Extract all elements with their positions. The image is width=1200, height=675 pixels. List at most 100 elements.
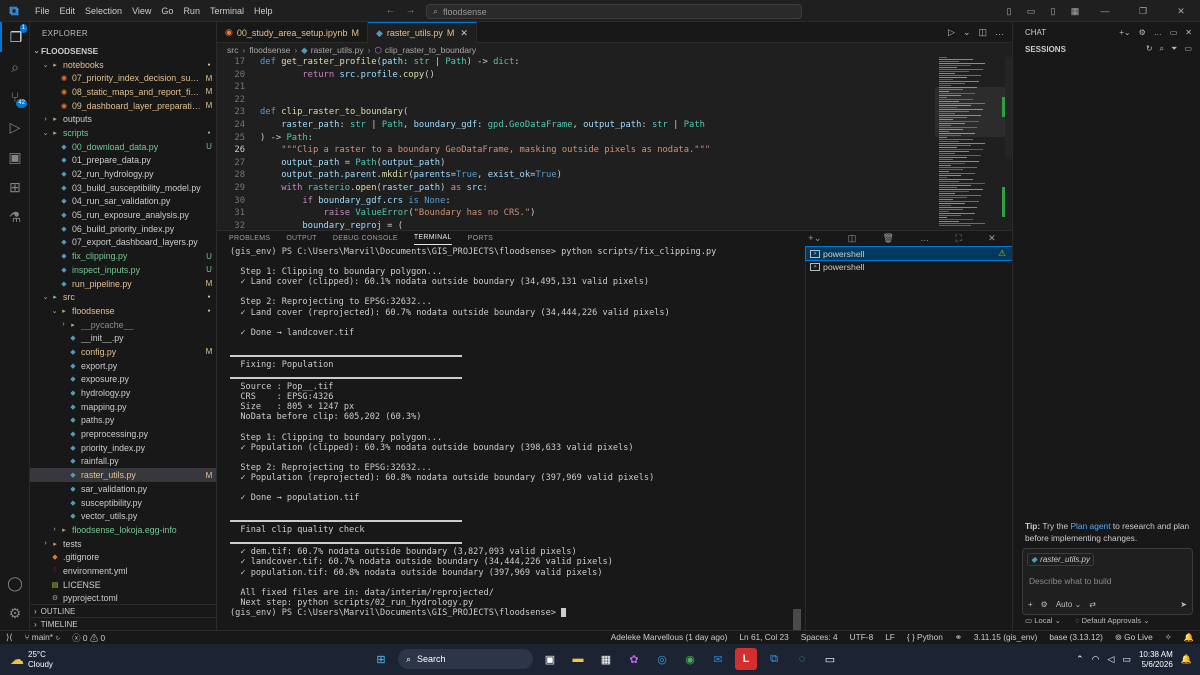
edge-icon[interactable]: ◎ bbox=[651, 648, 673, 670]
command-center[interactable]: ⌕ floodsense bbox=[426, 4, 802, 19]
approvals-picker[interactable]: ◌ Default Approvals ⌄ bbox=[1075, 616, 1150, 625]
tree-item[interactable]: ◉ 07_priority_index_decision_suppor... M bbox=[30, 71, 216, 85]
python-interpreter[interactable]: 3.11.15 (gis_env) bbox=[968, 632, 1044, 643]
minimap-viewport[interactable] bbox=[935, 87, 1005, 137]
wifi-icon[interactable]: ◠ bbox=[1092, 654, 1100, 665]
tree-item[interactable]: ◆ 06_build_priority_index.py bbox=[30, 222, 216, 236]
tree-item[interactable]: ◉ 09_dashboard_layer_preparation.i... M bbox=[30, 99, 216, 113]
tree-item[interactable]: ◆ fix_clipping.py U bbox=[30, 249, 216, 263]
local-picker[interactable]: ▭ Local ⌄ bbox=[1025, 616, 1061, 625]
tools-icon[interactable]: ⚙ bbox=[1041, 600, 1048, 609]
settings-gear-icon[interactable]: ⚙ bbox=[0, 598, 30, 628]
panel-tab-problems[interactable]: PROBLEMS bbox=[229, 231, 270, 245]
refresh-icon[interactable]: ↻ bbox=[1146, 44, 1153, 54]
whatsapp-icon[interactable]: ◌ bbox=[791, 648, 813, 670]
tree-item[interactable]: ◆ rainfall.py bbox=[30, 455, 216, 469]
tree-item[interactable]: ◆ 07_export_dashboard_layers.py bbox=[30, 236, 216, 250]
breadcrumb-item[interactable]: floodsense bbox=[249, 45, 290, 55]
chat-input[interactable]: Describe what to build bbox=[1023, 570, 1192, 592]
tab-study-area-notebook[interactable]: ◉ 00_study_area_setup.ipynb M bbox=[217, 22, 368, 43]
collapse-icon[interactable]: ▭ bbox=[1184, 44, 1192, 54]
battery-icon[interactable]: ▭ bbox=[1122, 654, 1131, 665]
layout-secondary-icon[interactable]: ▯ bbox=[1042, 6, 1064, 17]
tree-item[interactable]: ⌄ ▸ floodsense ● bbox=[30, 304, 216, 318]
breadcrumb-item[interactable]: raster_utils.py bbox=[311, 45, 364, 55]
tree-item[interactable]: › ▸ tests bbox=[30, 537, 216, 551]
menu-run[interactable]: Run bbox=[178, 6, 205, 16]
menu-file[interactable]: File bbox=[30, 6, 55, 16]
maximize-panel-icon[interactable]: ⛶ bbox=[956, 231, 963, 245]
minimize-icon[interactable]: — bbox=[1086, 6, 1124, 16]
plan-agent-link[interactable]: Plan agent bbox=[1070, 521, 1110, 531]
panel-tab-terminal[interactable]: TERMINAL bbox=[413, 231, 452, 245]
remote-icon[interactable]: ⟩⟨ bbox=[0, 632, 18, 644]
panel-tab-output[interactable]: OUTPUT bbox=[286, 231, 317, 245]
source-control-icon[interactable]: ⑂ 42 bbox=[0, 82, 30, 112]
tree-item[interactable]: ◉ 08_static_maps_and_report_figure... M bbox=[30, 85, 216, 99]
cursor-position[interactable]: Ln 61, Col 23 bbox=[733, 632, 794, 643]
tree-item[interactable]: ◆ __init__.py bbox=[30, 331, 216, 345]
menu-view[interactable]: View bbox=[127, 6, 156, 16]
remote-explorer-icon[interactable]: ▣ bbox=[0, 142, 30, 172]
timeline-section[interactable]: › TIMELINE bbox=[30, 617, 217, 630]
menu-selection[interactable]: Selection bbox=[80, 6, 127, 16]
tree-item[interactable]: ⌄ ▸ src ● bbox=[30, 290, 216, 304]
tree-item[interactable]: ◆ 03_build_susceptibility_model.py bbox=[30, 181, 216, 195]
editor-scrollbar[interactable] bbox=[1005, 57, 1012, 157]
file-explorer-icon[interactable]: ▬ bbox=[567, 648, 589, 670]
notifications-icon[interactable]: 🔔 bbox=[1178, 632, 1200, 643]
end-of-line[interactable]: LF bbox=[879, 632, 901, 643]
menu-go[interactable]: Go bbox=[156, 6, 178, 16]
extensions-icon[interactable]: ⊞ bbox=[0, 172, 30, 202]
mode-picker[interactable]: Auto ⌄ bbox=[1056, 600, 1081, 609]
tree-item[interactable]: ◆ 01_prepare_data.py bbox=[30, 154, 216, 168]
tree-item[interactable]: ◆ raster_utils.py M bbox=[30, 468, 216, 482]
conda-env[interactable]: base (3.13.12) bbox=[1043, 632, 1109, 643]
copilot-icon[interactable]: ✧ bbox=[1159, 632, 1178, 643]
terminal-item[interactable]: > powershell bbox=[806, 260, 1012, 273]
close-panel-icon[interactable]: ✕ bbox=[988, 231, 996, 245]
split-editor-icon[interactable]: ◫ bbox=[978, 27, 987, 38]
close-window-icon[interactable]: ✕ bbox=[1162, 6, 1200, 17]
breadcrumb-item[interactable]: clip_raster_to_boundary bbox=[385, 45, 476, 55]
run-python-icon[interactable]: ▷ bbox=[948, 27, 955, 38]
terminal-prompt[interactable]: (gis_env) PS C:\Users\Marvil\Documents\G… bbox=[230, 607, 805, 618]
tree-item[interactable]: ◆ susceptibility.py bbox=[30, 496, 216, 510]
panel-tab-ports[interactable]: PORTS bbox=[468, 231, 494, 245]
tab-raster-utils[interactable]: ◆ raster_utils.py M ✕ bbox=[367, 22, 477, 43]
tree-item[interactable]: ◆ run_pipeline.py M bbox=[30, 277, 216, 291]
tree-item[interactable]: ◆ export.py bbox=[30, 359, 216, 373]
run-debug-icon[interactable]: ▷ bbox=[0, 112, 30, 142]
tree-item[interactable]: ▤ LICENSE bbox=[30, 578, 216, 592]
explorer-icon[interactable]: ❐ 1 bbox=[0, 22, 30, 52]
tree-item[interactable]: ◆ mapping.py bbox=[30, 400, 216, 414]
tree-item[interactable]: ⌄ ▸ scripts ● bbox=[30, 126, 216, 140]
new-terminal-icon[interactable]: +⌄ bbox=[808, 231, 821, 245]
maximize-icon[interactable]: ❐ bbox=[1124, 6, 1162, 17]
code-editor[interactable]: 17 def get_raster_profile(path: str | Pat… bbox=[217, 57, 922, 230]
layout-sidebar-icon[interactable]: ▯ bbox=[998, 6, 1020, 17]
split-terminal-icon[interactable]: ◫ bbox=[848, 231, 857, 245]
language-mode[interactable]: { } Python bbox=[901, 632, 949, 643]
testing-icon[interactable]: ⚗ bbox=[0, 202, 30, 232]
encoding[interactable]: UTF-8 bbox=[844, 632, 880, 643]
more-actions-icon[interactable]: … bbox=[995, 27, 1004, 37]
filter-icon[interactable]: ⏷ bbox=[1171, 44, 1177, 54]
tree-item[interactable]: ◆ .gitignore bbox=[30, 550, 216, 564]
tree-item[interactable]: ! environment.yml bbox=[30, 564, 216, 578]
tree-item[interactable]: ◆ priority_index.py bbox=[30, 441, 216, 455]
back-arrow-icon[interactable]: ← bbox=[385, 5, 395, 16]
minimap[interactable] bbox=[935, 57, 1005, 230]
search-view-icon[interactable]: ⌕ bbox=[0, 52, 30, 82]
app-l-icon[interactable]: L bbox=[735, 648, 757, 670]
maximize-panel-icon[interactable]: ▭ bbox=[1170, 28, 1178, 37]
store-icon[interactable]: ▦ bbox=[595, 648, 617, 670]
chevron-up-icon[interactable]: ⌃ bbox=[1076, 654, 1084, 665]
run-dropdown-icon[interactable]: ⌄ bbox=[963, 27, 971, 38]
tree-item[interactable]: ◆ paths.py bbox=[30, 414, 216, 428]
task-view-icon[interactable]: ▣ bbox=[539, 648, 561, 670]
add-context-icon[interactable]: + bbox=[1028, 600, 1033, 609]
problems-indicator[interactable]: ⓧ 0 ⚠ 0 bbox=[66, 632, 111, 644]
go-live-button[interactable]: ⊚ Go Live bbox=[1109, 632, 1159, 643]
weather-widget[interactable]: ☁ 25°C Cloudy bbox=[10, 650, 53, 670]
